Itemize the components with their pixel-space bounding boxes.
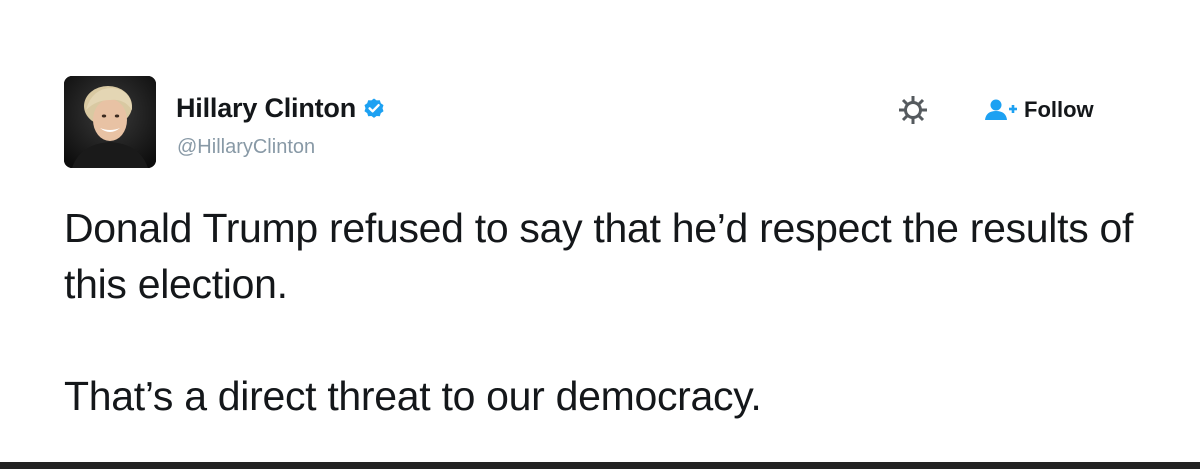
tweet-card: Hillary Clinton @HillaryClinton Follow D…: [0, 0, 1200, 462]
tweet-text: Donald Trump refused to say that he’d re…: [64, 200, 1154, 424]
follow-button-label: Follow: [1024, 97, 1094, 122]
add-user-icon: [984, 98, 1018, 122]
author-handle[interactable]: @HillaryClinton: [177, 136, 315, 159]
tweet-paragraph: That’s a direct threat to our democracy.: [64, 373, 762, 419]
follow-button[interactable]: Follow: [984, 92, 1094, 128]
bottom-border: [0, 462, 1200, 469]
gear-icon[interactable]: [893, 90, 933, 130]
avatar[interactable]: [64, 76, 156, 168]
author-name-row: Hillary Clinton: [176, 92, 386, 124]
verified-badge-icon: [362, 96, 386, 120]
profile-photo: [64, 76, 156, 168]
author-display-name[interactable]: Hillary Clinton: [176, 93, 356, 124]
tweet-paragraph: Donald Trump refused to say that he’d re…: [64, 205, 1134, 307]
